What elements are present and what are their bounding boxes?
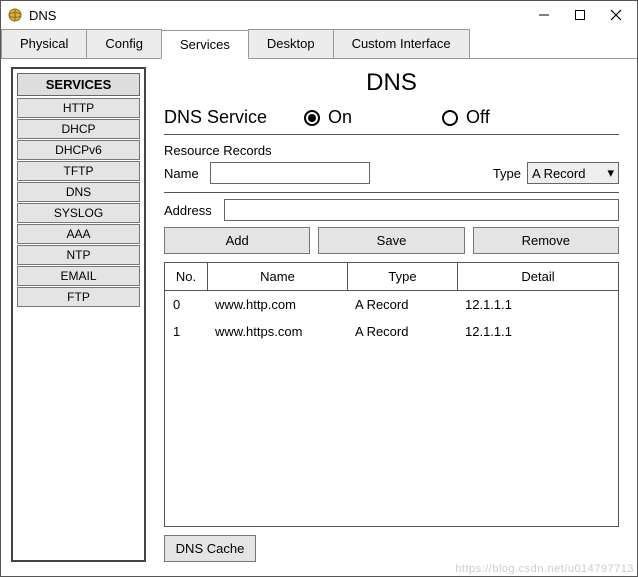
window-title: DNS (29, 8, 537, 23)
watermark: https://blog.csdn.net/u014797713 (455, 563, 634, 575)
sidebar-header: SERVICES (17, 73, 140, 96)
th-type[interactable]: Type (347, 263, 457, 290)
remove-button[interactable]: Remove (473, 227, 619, 254)
page-title: DNS (164, 69, 619, 97)
tab-custom-interface[interactable]: Custom Interface (333, 29, 470, 58)
save-button[interactable]: Save (318, 227, 464, 254)
radio-on[interactable]: On (304, 107, 352, 128)
table-row[interactable]: 0 www.http.com A Record 12.1.1.1 (165, 291, 618, 318)
dns-cache-button[interactable]: DNS Cache (164, 535, 256, 562)
tab-desktop[interactable]: Desktop (248, 29, 334, 58)
name-label: Name (164, 166, 210, 181)
window-controls (537, 8, 623, 22)
type-label: Type (493, 166, 521, 181)
tab-physical[interactable]: Physical (1, 29, 87, 58)
dns-service-row: DNS Service On Off (164, 107, 619, 135)
sidebar-item-dns[interactable]: DNS (17, 182, 140, 202)
chevron-down-icon: ▾ (607, 165, 614, 181)
body: SERVICES HTTP DHCP DHCPv6 TFTP DNS SYSLO… (1, 59, 637, 576)
maximize-button[interactable] (573, 8, 587, 22)
radio-off[interactable]: Off (442, 107, 490, 128)
td-type: A Record (347, 318, 457, 345)
sidebar-item-aaa[interactable]: AAA (17, 224, 140, 244)
td-name: www.https.com (207, 318, 347, 345)
sidebar-item-tftp[interactable]: TFTP (17, 161, 140, 181)
address-label: Address (164, 203, 224, 218)
td-detail: 12.1.1.1 (457, 318, 618, 345)
name-input[interactable] (210, 162, 370, 184)
td-no: 0 (165, 291, 207, 318)
close-button[interactable] (609, 8, 623, 22)
sidebar-item-http[interactable]: HTTP (17, 98, 140, 118)
sidebar-item-ntp[interactable]: NTP (17, 245, 140, 265)
radio-off-indicator (442, 110, 458, 126)
tab-services[interactable]: Services (161, 30, 249, 59)
radio-off-label: Off (466, 107, 490, 128)
tabstrip: Physical Config Services Desktop Custom … (1, 29, 637, 59)
address-row: Address (164, 199, 619, 221)
sidebar-item-email[interactable]: EMAIL (17, 266, 140, 286)
app-window: DNS Physical Config Services Desktop Cus… (0, 0, 638, 577)
sidebar-item-dhcp[interactable]: DHCP (17, 119, 140, 139)
resource-records-label: Resource Records (164, 143, 619, 158)
td-name: www.http.com (207, 291, 347, 318)
app-icon (7, 7, 23, 23)
th-name[interactable]: Name (207, 263, 347, 290)
th-no[interactable]: No. (165, 263, 207, 290)
sidebar-item-syslog[interactable]: SYSLOG (17, 203, 140, 223)
services-sidebar: SERVICES HTTP DHCP DHCPv6 TFTP DNS SYSLO… (11, 67, 146, 562)
main-panel: DNS DNS Service On Off Resource Records … (146, 67, 627, 562)
name-type-row: Name Type A Record ▾ (164, 162, 619, 193)
tab-config[interactable]: Config (86, 29, 162, 58)
titlebar: DNS (1, 1, 637, 29)
table-header: No. Name Type Detail (165, 263, 618, 291)
type-select[interactable]: A Record ▾ (527, 162, 619, 184)
td-detail: 12.1.1.1 (457, 291, 618, 318)
td-no: 1 (165, 318, 207, 345)
td-type: A Record (347, 291, 457, 318)
dns-service-label: DNS Service (164, 107, 304, 128)
records-table: No. Name Type Detail 0 www.http.com A Re… (164, 262, 619, 527)
add-button[interactable]: Add (164, 227, 310, 254)
address-input[interactable] (224, 199, 619, 221)
type-select-value: A Record (532, 166, 585, 181)
radio-on-label: On (328, 107, 352, 128)
action-buttons: Add Save Remove (164, 227, 619, 254)
th-detail[interactable]: Detail (457, 263, 618, 290)
dns-service-radio-group: On Off (304, 107, 490, 128)
sidebar-item-ftp[interactable]: FTP (17, 287, 140, 307)
table-row[interactable]: 1 www.https.com A Record 12.1.1.1 (165, 318, 618, 345)
minimize-button[interactable] (537, 8, 551, 22)
sidebar-item-dhcpv6[interactable]: DHCPv6 (17, 140, 140, 160)
radio-on-indicator (304, 110, 320, 126)
